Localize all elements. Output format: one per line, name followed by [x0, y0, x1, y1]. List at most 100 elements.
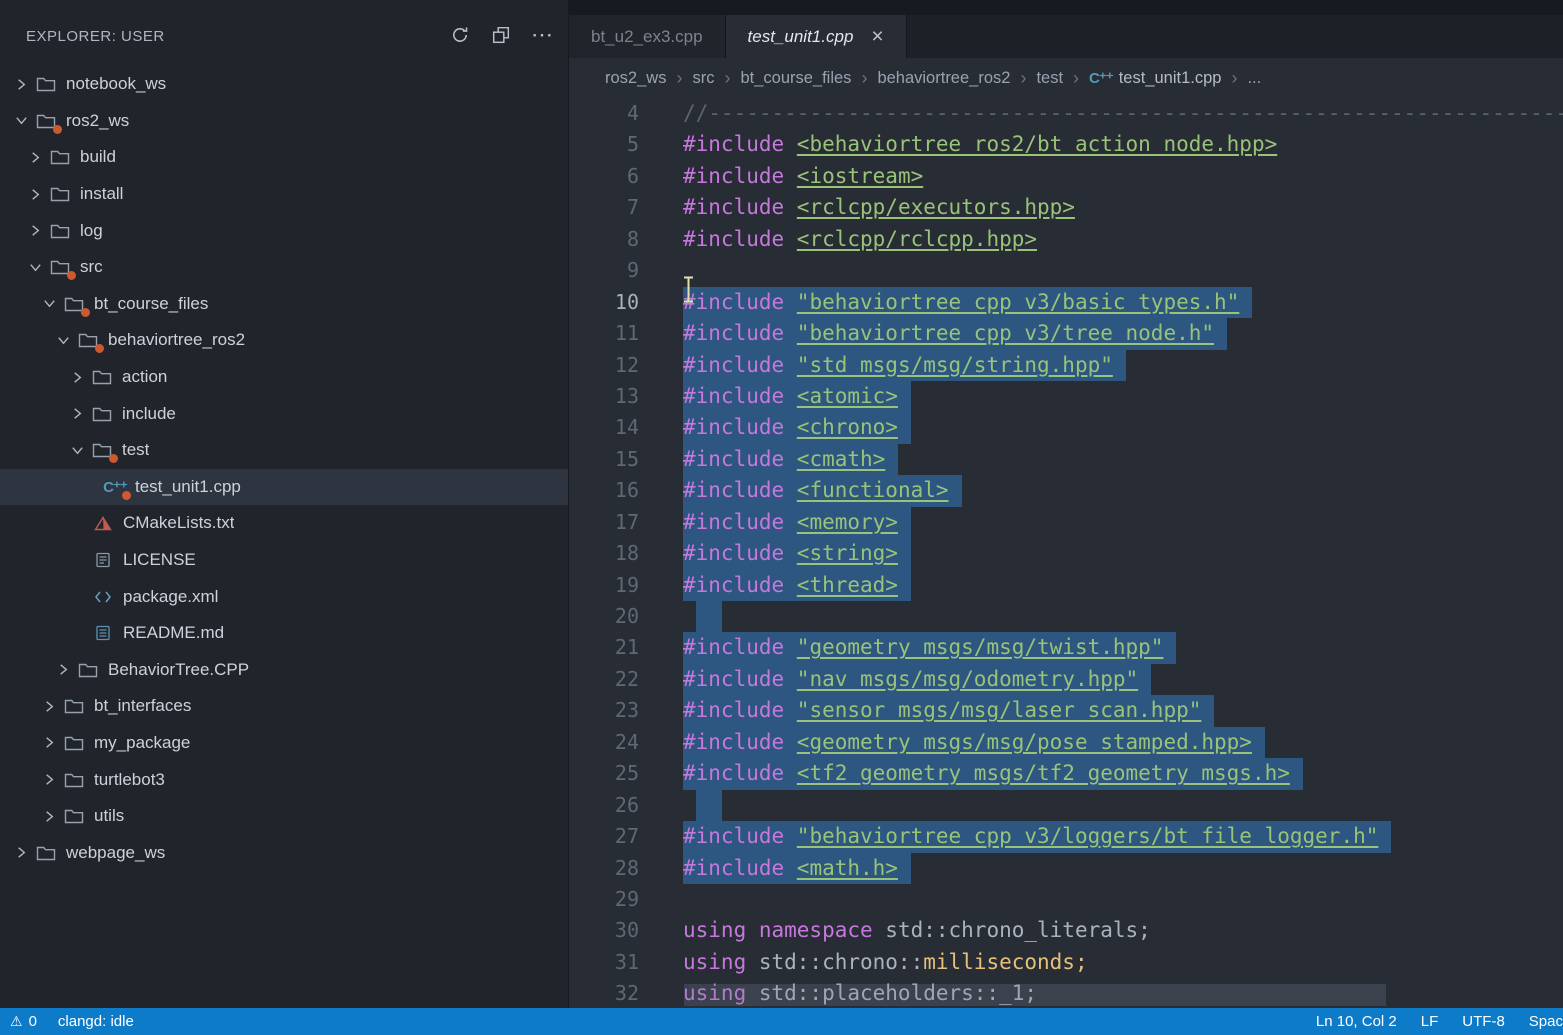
chevron-right-icon	[12, 75, 30, 93]
breadcrumb: ros2_ws › src › bt_course_files › behavi…	[569, 58, 1563, 98]
tree-item-test[interactable]: test	[0, 432, 568, 469]
tree-item-notebook-ws[interactable]: notebook_ws	[0, 66, 568, 103]
collapse-folders-icon[interactable]	[491, 25, 511, 45]
code-line[interactable]: 4//-------------------------------------…	[569, 98, 1563, 129]
tree-item-license[interactable]: LICENSE	[0, 542, 568, 579]
code-line[interactable]: 24#include <geometry_msgs/msg/pose_stamp…	[569, 727, 1563, 758]
code-line[interactable]: 30using namespace std::chrono_literals;	[569, 915, 1563, 946]
code-line[interactable]: 18#include <string>	[569, 538, 1563, 569]
folder-open-icon	[63, 295, 85, 313]
code-line[interactable]: 20	[569, 601, 1563, 632]
code-line[interactable]: 7#include <rclcpp/executors.hpp>	[569, 192, 1563, 223]
tree-item-action[interactable]: action	[0, 359, 568, 396]
file-tree: notebook_ws ros2_ws build install log sr…	[0, 66, 568, 871]
refresh-icon[interactable]	[450, 25, 470, 45]
code-line[interactable]: 16#include <functional>	[569, 475, 1563, 506]
folder-open-icon	[91, 441, 113, 459]
code-line[interactable]: 28#include <math.h>	[569, 853, 1563, 884]
tree-item-readme[interactable]: README.md	[0, 615, 568, 652]
code-line[interactable]: 22#include "nav_msgs/msg/odometry.hpp"	[569, 664, 1563, 695]
code-line[interactable]: 6#include <iostream>	[569, 161, 1563, 192]
tree-item-package-xml[interactable]: package.xml	[0, 578, 568, 615]
tree-item-install[interactable]: install	[0, 176, 568, 213]
tree-item-label: LICENSE	[123, 550, 196, 570]
folder-open-icon	[49, 258, 71, 276]
code-line[interactable]: 12#include "std_msgs/msg/string.hpp"	[569, 350, 1563, 381]
code-line[interactable]: 31using std::chrono::milliseconds;	[569, 947, 1563, 978]
tree-item-my-package[interactable]: my_package	[0, 725, 568, 762]
code-line[interactable]: 23#include "sensor_msgs/msg/laser_scan.h…	[569, 695, 1563, 726]
git-modified-dot	[81, 308, 90, 317]
eol-indicator[interactable]: LF	[1421, 1013, 1439, 1030]
breadcrumb-item-test-unit1-cpp[interactable]: C⁺⁺ test_unit1.cpp	[1089, 69, 1221, 88]
code-editor[interactable]: 4//-------------------------------------…	[569, 98, 1563, 1008]
tree-item-test-unit1-cpp[interactable]: C⁺⁺ test_unit1.cpp	[0, 469, 568, 506]
chevron-right-icon	[40, 734, 58, 752]
horizontal-scrollbar[interactable]	[684, 984, 1386, 1006]
tree-item-behaviortree-ros2[interactable]: behaviortree_ros2	[0, 322, 568, 359]
tab-bt-u2-ex3-cpp[interactable]: bt_u2_ex3.cpp	[569, 15, 726, 58]
chevron-right-icon: ›	[861, 68, 867, 89]
tree-item-label: package.xml	[123, 587, 218, 607]
tree-item-label: CMakeLists.txt	[123, 513, 234, 533]
tree-item-behaviortree-cpp[interactable]: BehaviorTree.CPP	[0, 652, 568, 689]
code-line[interactable]: 9	[569, 255, 1563, 286]
tab-test-unit1-cpp[interactable]: test_unit1.cpp ×	[726, 15, 907, 58]
tree-item-cmakelists[interactable]: CMakeLists.txt	[0, 505, 568, 542]
breadcrumb-item-src[interactable]: src	[692, 69, 714, 88]
breadcrumb-item-more[interactable]: ...	[1247, 69, 1261, 88]
folder-icon	[35, 75, 57, 93]
breadcrumb-item-ros2-ws[interactable]: ros2_ws	[605, 69, 666, 88]
indentation-indicator[interactable]: Spac	[1529, 1013, 1563, 1030]
chevron-right-icon	[40, 697, 58, 715]
tree-item-bt-interfaces[interactable]: bt_interfaces	[0, 688, 568, 725]
encoding-indicator[interactable]: UTF-8	[1462, 1013, 1505, 1030]
code-line[interactable]: 25#include <tf2_geometry_msgs/tf2_geomet…	[569, 758, 1563, 789]
breadcrumb-item-bt-course-files[interactable]: bt_course_files	[740, 69, 851, 88]
tree-item-include[interactable]: include	[0, 395, 568, 432]
code-line[interactable]: 13#include <atomic>	[569, 381, 1563, 412]
folder-icon	[77, 661, 99, 679]
chevron-right-icon: ›	[724, 68, 730, 89]
more-actions-icon[interactable]: ⋯	[532, 25, 552, 45]
folder-open-icon	[35, 112, 57, 130]
code-line[interactable]: 5#include <behaviortree_ros2/bt_action_n…	[569, 129, 1563, 160]
code-line[interactable]: 26	[569, 790, 1563, 821]
tree-item-label: build	[80, 147, 116, 167]
code-line[interactable]: 14#include <chrono>	[569, 412, 1563, 443]
tree-item-label: test	[122, 440, 149, 460]
explorer-title: EXPLORER: USER	[26, 28, 165, 45]
status-bar: ⚠ 0 clangd: idle Ln 10, Col 2 LF UTF-8 S…	[0, 1008, 1563, 1035]
breadcrumb-file-label: test_unit1.cpp	[1119, 69, 1222, 88]
tree-item-ros2-ws[interactable]: ros2_ws	[0, 103, 568, 140]
code-line[interactable]: 21#include "geometry_msgs/msg/twist.hpp"	[569, 632, 1563, 663]
tree-item-build[interactable]: build	[0, 139, 568, 176]
code-line[interactable]: 29	[569, 884, 1563, 915]
tree-item-bt-course-files[interactable]: bt_course_files	[0, 286, 568, 323]
code-line[interactable]: 19#include <thread>	[569, 570, 1563, 601]
problems-indicator[interactable]: ⚠ 0	[10, 1013, 37, 1030]
cursor-position[interactable]: Ln 10, Col 2	[1316, 1013, 1397, 1030]
tree-item-src[interactable]: src	[0, 249, 568, 286]
code-line[interactable]: 27#include "behaviortree_cpp_v3/loggers/…	[569, 821, 1563, 852]
chevron-down-icon	[54, 331, 72, 349]
breadcrumb-item-test[interactable]: test	[1036, 69, 1063, 88]
breadcrumb-item-behaviortree-ros2[interactable]: behaviortree_ros2	[877, 69, 1010, 88]
clangd-status[interactable]: clangd: idle	[58, 1013, 134, 1030]
code-line[interactable]: 10#include "behaviortree_cpp_v3/basic_ty…	[569, 287, 1563, 318]
code-line[interactable]: 17#include <memory>	[569, 507, 1563, 538]
code-line[interactable]: 11#include "behaviortree_cpp_v3/tree_nod…	[569, 318, 1563, 349]
tree-item-log[interactable]: log	[0, 212, 568, 249]
explorer-sidebar: EXPLORER: USER ⋯ notebook_ws ros2_ws bui…	[0, 0, 568, 1008]
chevron-right-icon: ›	[1020, 68, 1026, 89]
chevron-right-icon	[54, 661, 72, 679]
close-icon[interactable]: ×	[871, 30, 883, 44]
tree-item-turtlebot3[interactable]: turtlebot3	[0, 761, 568, 798]
tree-item-label: test_unit1.cpp	[135, 477, 241, 497]
code-line[interactable]: 8#include <rclcpp/rclcpp.hpp>	[569, 224, 1563, 255]
tree-item-label: behaviortree_ros2	[108, 330, 245, 350]
tree-item-webpage-ws[interactable]: webpage_ws	[0, 834, 568, 871]
chevron-right-icon	[68, 405, 86, 423]
code-line[interactable]: 15#include <cmath>	[569, 444, 1563, 475]
tree-item-utils[interactable]: utils	[0, 798, 568, 835]
